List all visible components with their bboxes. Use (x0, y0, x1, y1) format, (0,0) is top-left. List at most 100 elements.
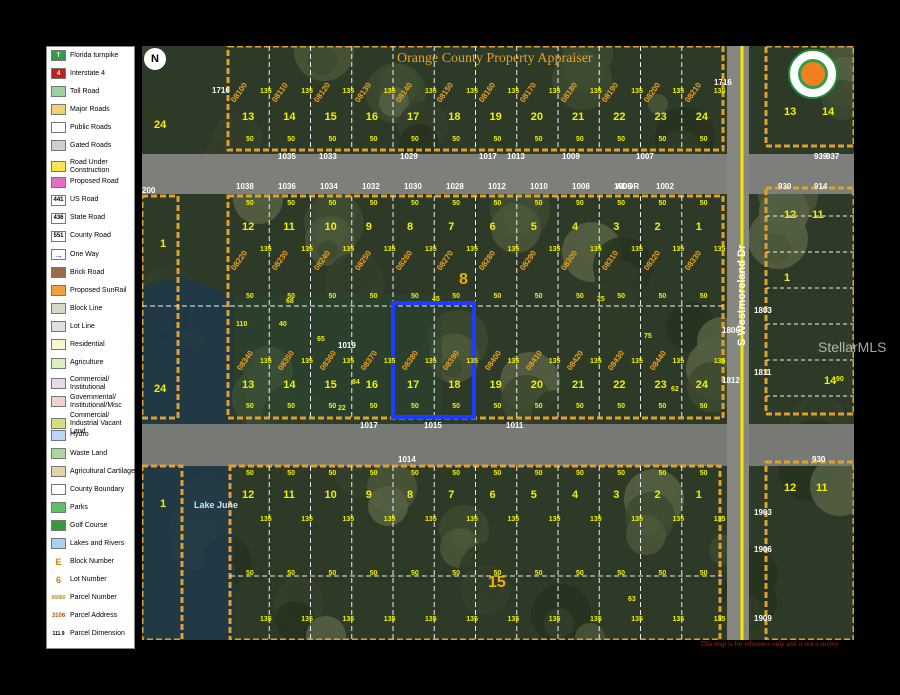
legend-label: Block Number (70, 558, 114, 566)
lot-number: 14 (824, 375, 837, 387)
legend-label: Parcel Address (70, 612, 118, 620)
parcel-address: 1803 (754, 306, 772, 315)
lot-number: 13 (242, 379, 255, 391)
parcel-dimension: 65 (317, 336, 325, 343)
legend-swatch-icon (51, 448, 66, 459)
parcel-dimension: 50 (287, 403, 296, 410)
parcel-dimension: 50 (534, 570, 543, 577)
parcel-dimension: 50 (246, 470, 254, 477)
lot-number: 13 (784, 106, 797, 118)
parcel-dimension: 62 (671, 386, 679, 393)
parcel-address: 1906 (754, 545, 772, 554)
legend-item: Toll Road (51, 86, 135, 98)
legend-label: Public Roads (70, 123, 112, 131)
legend-item: Agricultural Cartilage (51, 466, 135, 478)
legend-swatch-icon (51, 321, 66, 333)
lot-number: 12 (242, 489, 255, 501)
parcel-address: 1013 (507, 152, 525, 161)
parcel-dimension: 50 (576, 470, 584, 477)
legend-item: 551 County Road (51, 230, 135, 242)
parcel-address: 1035 (278, 152, 296, 161)
legend-item: Brick Road (51, 267, 135, 279)
parcel-dimension: 135 (466, 88, 478, 95)
legend-item: Proposed SunRail (51, 285, 135, 297)
legend-swatch-icon: 111.9 (51, 628, 66, 640)
parcel-dimension: 50 (534, 293, 543, 300)
legend-label: One Way (70, 250, 99, 258)
parcel-dimension: 50 (493, 403, 502, 410)
lot-number: 22 (613, 111, 626, 123)
legend-swatch-icon: 06060 (51, 592, 66, 604)
parcel-address: 1009 (562, 152, 580, 161)
parcel-address: 1019 (338, 341, 356, 350)
lot-number: 9 (365, 489, 372, 501)
legend-item: ! Road Under Construction (51, 159, 135, 175)
parcel-address: 1038 (236, 182, 254, 191)
parcel-address: 930 (778, 182, 792, 191)
parcel-dimension: 135 (672, 88, 685, 95)
legend-label: Lot Line (70, 322, 95, 330)
parcel-dimension: 50 (328, 570, 337, 577)
legend-swatch-icon (51, 104, 66, 116)
lot-number: 14 (283, 111, 296, 123)
parcel-dimension: 135 (631, 88, 643, 95)
legend-label: Major Roads (70, 105, 110, 113)
lot-number: 2 (654, 489, 661, 501)
tree-canopy (544, 608, 574, 638)
legend-swatch-icon (51, 339, 66, 351)
parcel-dimension: 135 (590, 358, 602, 365)
parcel-dimension: 50 (576, 293, 584, 300)
lot-number: 16 (365, 379, 378, 391)
legend-item: Residential (51, 339, 135, 351)
map-canvas[interactable]: Orange County Property Appraiser N S Wes… (142, 46, 854, 640)
parcel-dimension: 50 (246, 136, 254, 143)
parcel-dimension: 135 (425, 358, 437, 365)
parcel-dimension: 135 (301, 516, 313, 523)
parcel-dimension: 50 (699, 470, 708, 477)
parcel-address: 1010 (530, 182, 548, 191)
parcel-dimension: 50 (534, 470, 543, 477)
parcel-dimension: 135 (383, 616, 396, 623)
parcel-dimension: 50 (287, 470, 296, 477)
parcel-address: 1812 (722, 376, 740, 385)
parcel-dimension: 135 (590, 516, 602, 523)
legend-item: Governmental/ Institutional/Misc (51, 394, 135, 410)
parcel-dimension: 50 (369, 136, 378, 143)
lot-number: 20 (530, 111, 543, 123)
north-arrow-icon[interactable]: N (144, 48, 166, 70)
parcel-dimension: 50 (617, 570, 626, 577)
parcel-dimension: 50 (617, 136, 626, 143)
parcel-dimension: 135 (672, 246, 685, 253)
legend-label: Proposed Road (70, 178, 119, 186)
parcel-address: 1036 (278, 182, 296, 191)
parcel-dimension: 50 (452, 470, 461, 477)
legend-swatch-icon: 4 (51, 68, 66, 80)
legend-label: Block Line (70, 304, 103, 312)
parcel-dimension: 50 (493, 293, 502, 300)
lot-number: 19 (489, 111, 502, 123)
parcel-address: 1033 (319, 152, 337, 161)
parcel-dimension: 135 (590, 616, 602, 623)
legend-swatch-icon (51, 466, 66, 478)
parcel-dimension: 50 (534, 403, 543, 410)
parcel-address: 937 (826, 152, 840, 161)
legend-label: Interstate 4 (70, 69, 106, 77)
parcel-dimension: 50 (658, 136, 667, 143)
parcel-dimension: 135 (713, 246, 726, 253)
parcel-address: 200 (142, 186, 156, 195)
parcel-dimension: 50 (452, 200, 461, 207)
lot-number: 24 (154, 383, 167, 395)
lot-number: 22 (613, 379, 626, 391)
legend-swatch-icon (51, 418, 66, 430)
parcel-dimension: 50 (493, 570, 502, 577)
parcel-dimension: 135 (342, 616, 355, 623)
legend-label: County Road (70, 232, 111, 240)
legend-swatch-icon (51, 502, 66, 514)
legend-item: Major Roads (51, 104, 135, 116)
map-legend: T Florida turnpike 4 Interstate 4 Toll Road M… (46, 46, 135, 649)
lot-number: 24 (695, 379, 708, 391)
legend-swatch-icon (51, 396, 66, 408)
parcel-dimension: 135 (713, 88, 726, 95)
parcel-dimension: 50 (411, 570, 419, 577)
legend-item: 441 US Road (51, 194, 135, 206)
